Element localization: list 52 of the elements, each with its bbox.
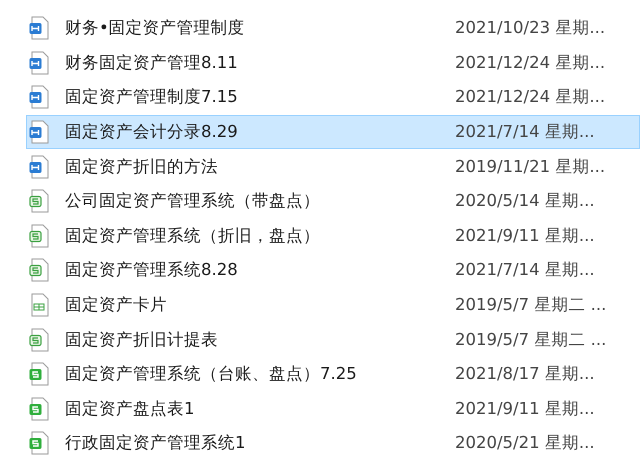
document-icon — [29, 120, 51, 144]
file-name: 固定资产折旧计提表 — [65, 328, 219, 351]
modified-date: 2021/10/23 星期... — [455, 17, 606, 40]
file-row[interactable]: 固定资产折旧计提表 2019/5/7 星期二 ... — [26, 322, 640, 357]
file-name: 固定资产折旧的方法 — [65, 156, 219, 178]
file-name: 财务固定资产管理8.11 — [65, 52, 239, 74]
file-name: 行政固定资产管理系统1 — [65, 432, 246, 454]
modified-date: 2019/5/7 星期二 ... — [455, 294, 606, 316]
file-name: 固定资产管理系统（折旧，盘点） — [65, 224, 321, 247]
modified-date: 2021/12/24 星期... — [455, 86, 606, 108]
file-name: 固定资产管理制度7.15 — [65, 86, 239, 108]
spreadsheet-icon — [29, 362, 51, 386]
file-row[interactable]: 固定资产管理系统（折旧，盘点） 2021/9/11 星期... — [26, 218, 640, 254]
file-row[interactable]: 公司固定资产管理系统（带盘点） 2020/5/14 星期... — [26, 184, 640, 219]
document-icon — [29, 16, 51, 40]
spreadsheet-icon — [29, 431, 51, 456]
file-row[interactable]: 固定资产管理系统8.28 2021/7/14 星期... — [26, 253, 640, 288]
modified-date: 2021/12/24 星期... — [455, 52, 606, 74]
modified-date: 2021/7/14 星期... — [455, 121, 595, 144]
file-row[interactable]: 财务固定资产管理8.11 2021/12/24 星期... — [26, 46, 640, 80]
document-icon — [29, 154, 51, 179]
file-name: 财务•固定资产管理制度 — [65, 17, 246, 40]
spreadsheet-icon — [29, 224, 51, 248]
file-name: 公司固定资产管理系统（带盘点） — [65, 190, 321, 212]
file-row[interactable]: 固定资产卡片 2019/5/7 星期二 ... — [26, 288, 640, 322]
modified-date: 2021/8/17 星期... — [455, 363, 595, 386]
modified-date: 2019/5/7 星期二 ... — [455, 328, 606, 351]
file-row[interactable]: 固定资产管理制度7.15 2021/12/24 星期... — [26, 80, 640, 115]
modified-date: 2019/11/21 星期... — [455, 156, 606, 178]
file-row[interactable]: 固定资产会计分录8.29 2021/7/14 星期... — [26, 114, 640, 150]
file-name: 固定资产盘点表1 — [65, 398, 196, 420]
modified-date: 2021/7/14 星期... — [455, 259, 595, 282]
document-icon — [29, 50, 51, 75]
modified-date: 2020/5/21 星期... — [455, 432, 595, 454]
file-row[interactable]: 财务•固定资产管理制度 2021/10/23 星期... — [26, 11, 640, 46]
file-name: 固定资产会计分录8.29 — [65, 121, 239, 144]
spreadsheet-icon — [29, 189, 51, 214]
spreadsheet-icon — [29, 328, 51, 352]
modified-date: 2020/5/14 星期... — [455, 190, 595, 212]
spreadsheet-icon — [29, 293, 51, 318]
file-row[interactable]: 固定资产管理系统（台账、盘点）7.25 2021/8/17 星期... — [26, 356, 640, 392]
file-row[interactable]: 行政固定资产管理系统1 2020/5/21 星期... — [26, 426, 640, 461]
file-name: 固定资产管理系统（台账、盘点）7.25 — [65, 363, 358, 386]
modified-date: 2021/9/11 星期... — [455, 398, 595, 420]
file-name: 固定资产管理系统8.28 — [65, 259, 239, 282]
modified-date: 2021/9/11 星期... — [455, 224, 595, 247]
file-row[interactable]: 固定资产盘点表1 2021/9/11 星期... — [26, 392, 640, 426]
file-name: 固定资产卡片 — [65, 294, 168, 316]
document-icon — [29, 85, 51, 110]
spreadsheet-icon — [29, 396, 51, 421]
spreadsheet-icon — [29, 258, 51, 282]
file-row[interactable]: 固定资产折旧的方法 2019/11/21 星期... — [26, 149, 640, 184]
